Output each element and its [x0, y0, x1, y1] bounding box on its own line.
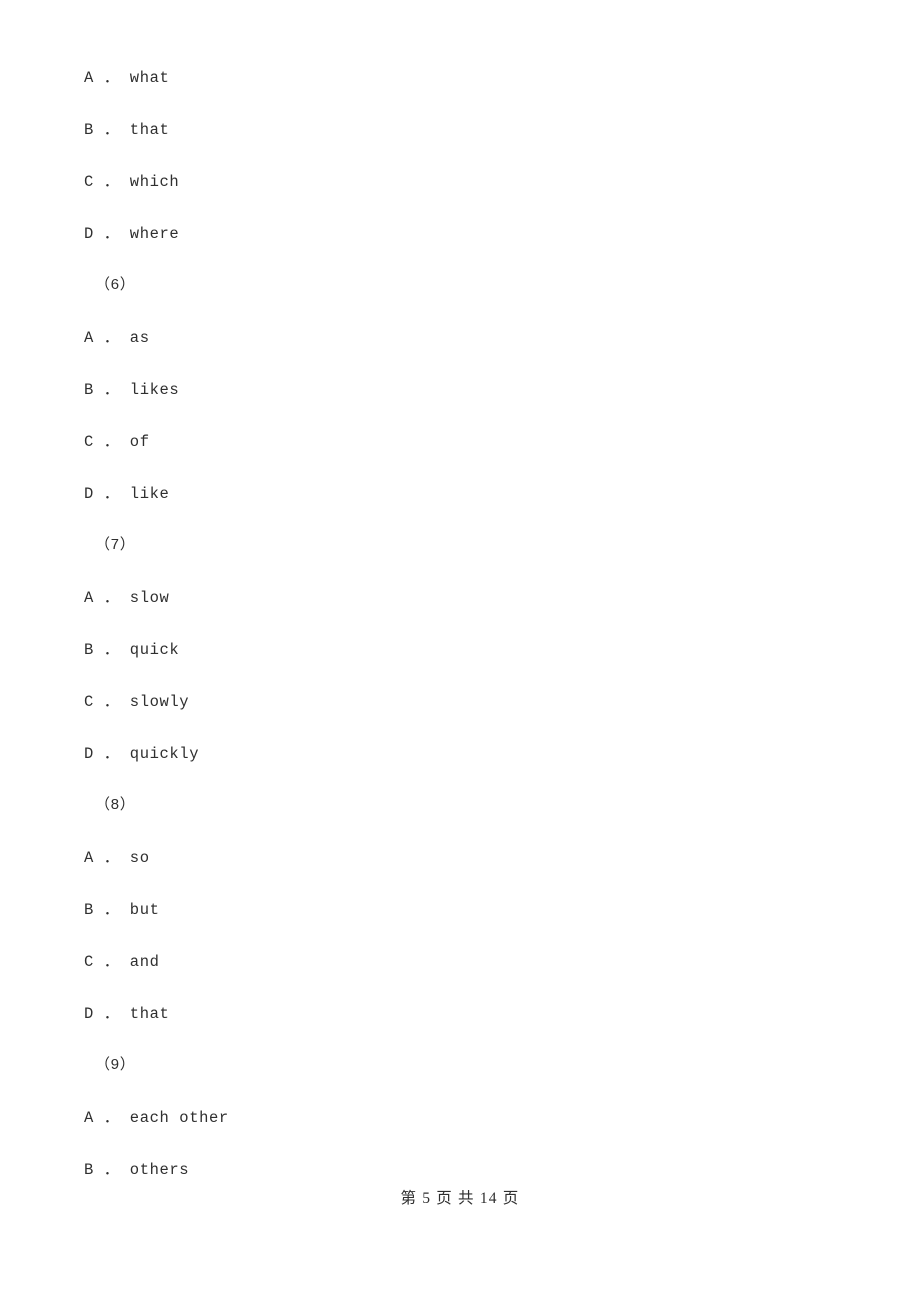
answer-option[interactable]: B ． but	[84, 884, 844, 936]
question-number: （6）	[95, 277, 136, 294]
question-number: （9）	[95, 1057, 136, 1074]
answer-option[interactable]: C ． and	[84, 936, 844, 988]
answer-option[interactable]: A ． what	[84, 52, 844, 104]
answer-option[interactable]: D ． that	[84, 988, 844, 1040]
page-footer: 第 5 页 共 14 页	[400, 1190, 520, 1207]
answer-option[interactable]: A ． each other	[84, 1092, 844, 1144]
answer-option[interactable]: A ． as	[84, 312, 844, 364]
answer-option[interactable]: B ． that	[84, 104, 844, 156]
answer-option[interactable]: D ． like	[84, 468, 844, 520]
answer-option[interactable]: C ． which	[84, 156, 844, 208]
answer-option[interactable]: C ． slowly	[84, 676, 844, 728]
answer-option[interactable]: A ． slow	[84, 572, 844, 624]
document-page: A ． what B ． that C ． which D ． where （6） A ．…	[0, 0, 920, 1302]
answer-option[interactable]: D ． where	[84, 208, 844, 260]
question-number: （8）	[95, 797, 136, 814]
answer-option[interactable]: B ． quick	[84, 624, 844, 676]
answer-option[interactable]: B ． likes	[84, 364, 844, 416]
question-list: A ． what B ． that C ． which D ． where （6） A ．…	[84, 52, 844, 1196]
answer-option[interactable]: D ． quickly	[84, 728, 844, 780]
answer-option[interactable]: C ． of	[84, 416, 844, 468]
answer-option[interactable]: A ． so	[84, 832, 844, 884]
question-number: （7）	[95, 537, 136, 554]
